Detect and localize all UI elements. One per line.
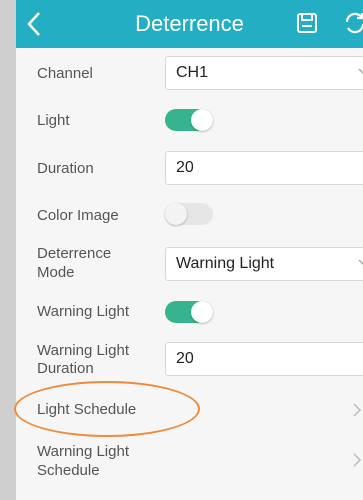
highlight-oval: [14, 381, 200, 437]
deterrence-mode-label-line1: Deterrence: [37, 245, 112, 262]
color-image-toggle[interactable]: [165, 203, 213, 225]
color-image-label: Color Image: [37, 207, 119, 224]
deterrence-mode-select[interactable]: Warning Light: [165, 247, 363, 281]
warning-light-duration-input[interactable]: 20: [165, 342, 363, 376]
color-image-row: Color Image: [16, 196, 363, 236]
channel-value: CH1: [176, 64, 209, 81]
warning-light-row: Warning Light: [16, 292, 363, 332]
light-row: Light: [16, 100, 363, 140]
chevron-right-icon: [353, 453, 362, 467]
warning-light-schedule-label-line2: Schedule: [37, 462, 100, 479]
warning-light-duration-value: 20: [176, 350, 194, 367]
light-label: Light: [37, 112, 70, 129]
warning-light-schedule-row[interactable]: Warning Light Schedule: [16, 438, 363, 482]
warning-light-duration-label-line2: Duration: [37, 360, 94, 377]
toggle-knob: [191, 301, 213, 323]
toggle-knob: [165, 203, 187, 225]
chevron-down-icon: [358, 259, 363, 266]
duration-label: Duration: [37, 160, 94, 177]
chevron-down-icon: [358, 68, 363, 75]
chevron-right-icon: [353, 403, 362, 417]
header-bar: Deterrence: [16, 0, 363, 48]
save-icon[interactable]: [296, 12, 318, 34]
channel-row: Channel CH1: [16, 54, 363, 92]
channel-select[interactable]: CH1: [165, 56, 363, 90]
toggle-knob: [191, 109, 213, 131]
duration-value: 20: [176, 159, 194, 176]
deterrence-mode-label-line2: Mode: [37, 264, 75, 281]
warning-light-duration-label-line1: Warning Light: [37, 342, 129, 359]
deterrence-mode-value: Warning Light: [176, 255, 275, 272]
refresh-icon[interactable]: [342, 10, 363, 36]
warning-light-label: Warning Light: [37, 303, 129, 320]
deterrence-mode-row: Deterrence Mode Warning Light: [16, 240, 363, 284]
warning-light-toggle[interactable]: [165, 301, 213, 323]
warning-light-schedule-label-line1: Warning Light: [37, 443, 129, 460]
light-toggle[interactable]: [165, 109, 213, 131]
duration-row: Duration 20: [16, 149, 363, 189]
channel-label: Channel: [37, 65, 93, 82]
duration-input[interactable]: 20: [165, 151, 363, 185]
warning-light-duration-row: Warning Light Duration 20: [16, 338, 363, 382]
